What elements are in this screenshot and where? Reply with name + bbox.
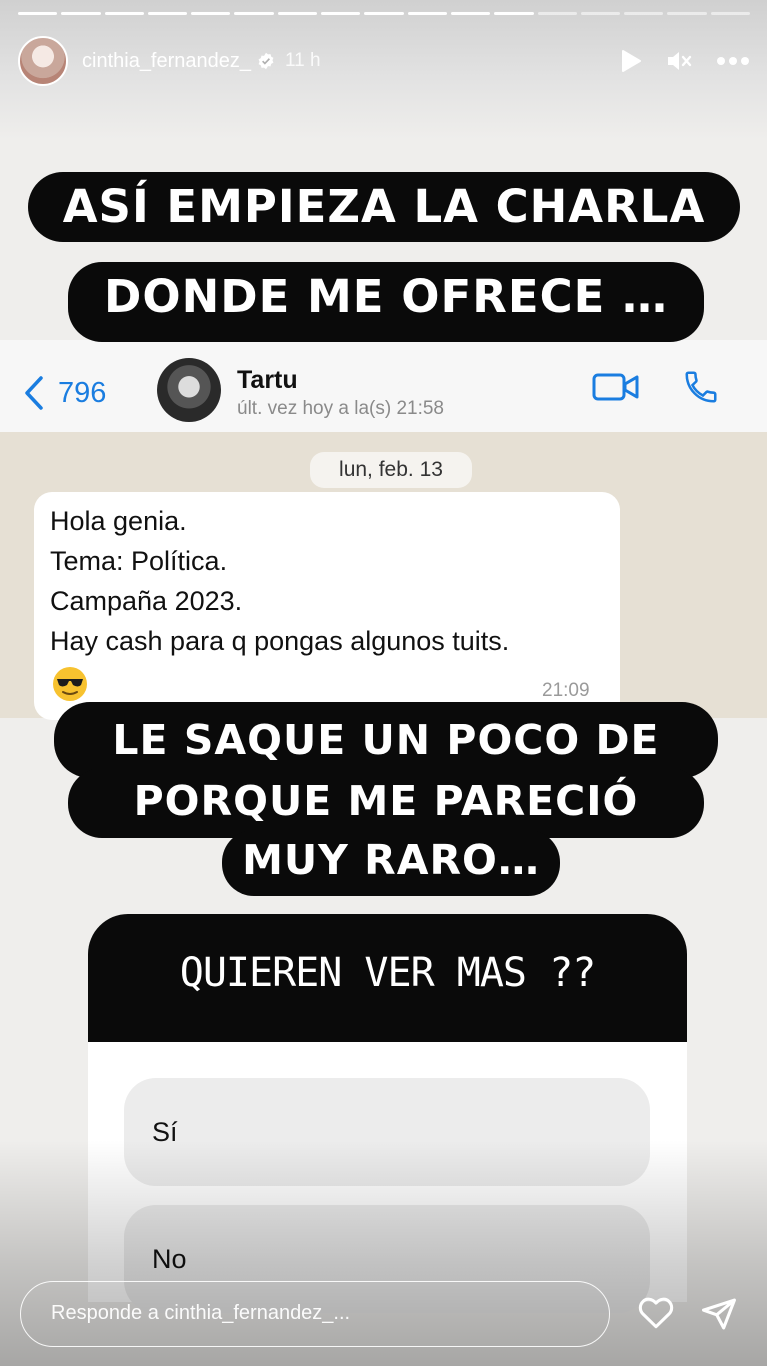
progress-segment — [450, 12, 491, 15]
progress-segment — [321, 12, 361, 15]
progress-segment — [624, 12, 664, 15]
contact-name[interactable]: Tartu — [237, 366, 298, 395]
avatar[interactable] — [18, 36, 68, 86]
reply-input[interactable]: Responde a cinthia_fernandez_... — [20, 1281, 610, 1347]
unread-count: 796 — [58, 376, 107, 409]
progress-segment — [580, 12, 621, 15]
more-icon[interactable] — [716, 56, 750, 66]
progress-segment — [364, 12, 404, 15]
contact-status: últ. vez hoy a la(s) 21:58 — [237, 398, 444, 419]
story-progress-bar — [18, 12, 751, 15]
progress-segment — [104, 12, 144, 15]
progress-segment — [18, 12, 58, 15]
progress-segment — [61, 12, 101, 15]
caption-top-line-1: ASÍ EMPIEZA LA CHARLA — [28, 172, 740, 242]
username[interactable]: cinthia_fernandez_ — [82, 50, 251, 73]
sunglasses-emoji-icon — [53, 667, 87, 701]
chevron-left-icon — [25, 376, 43, 410]
progress-segment — [191, 12, 231, 15]
progress-segment — [407, 12, 447, 15]
chat-header: 796 Tartu últ. vez hoy a la(s) 21:58 — [0, 340, 767, 432]
back-button[interactable]: 796 — [24, 376, 106, 410]
story-time: 11 h — [285, 50, 321, 71]
poll-question: QUIEREN VER MAS ?? — [179, 950, 596, 996]
message-line: Campaña 2023. — [50, 586, 243, 616]
story-header: cinthia_fernandez_ 11 h — [18, 34, 750, 88]
progress-segment — [147, 12, 188, 15]
progress-segment — [234, 12, 274, 15]
heart-icon[interactable] — [637, 1295, 675, 1329]
message-line: Hola genia. — [50, 506, 187, 536]
message-line: Hay cash para q pongas algunos tuits. — [50, 626, 510, 656]
send-icon[interactable] — [700, 1297, 738, 1331]
contact-avatar[interactable] — [157, 358, 221, 422]
progress-segment — [667, 12, 707, 15]
mute-icon[interactable] — [666, 49, 692, 73]
message-time: 21:09 — [542, 680, 590, 701]
phone-call-icon[interactable] — [682, 368, 720, 406]
play-icon[interactable] — [620, 49, 642, 73]
verified-icon — [258, 52, 274, 70]
caption-mid-line-1: LE SAQUE UN POCO DE INFO — [54, 702, 718, 840]
progress-segment — [277, 12, 318, 15]
message-line: Tema: Política. — [50, 546, 228, 576]
caption-mid-line-3: MUY RARO… — [222, 830, 560, 896]
caption-top-line-2: DONDE ME OFRECE … — [68, 262, 704, 342]
progress-segment — [710, 12, 751, 15]
video-call-icon[interactable] — [592, 372, 640, 402]
caption-mid-line-2: PORQUE ME PARECIÓ TODO — [68, 768, 704, 891]
progress-segment — [494, 12, 534, 15]
progress-segment — [537, 12, 577, 15]
date-separator: lun, feb. 13 — [310, 452, 472, 488]
